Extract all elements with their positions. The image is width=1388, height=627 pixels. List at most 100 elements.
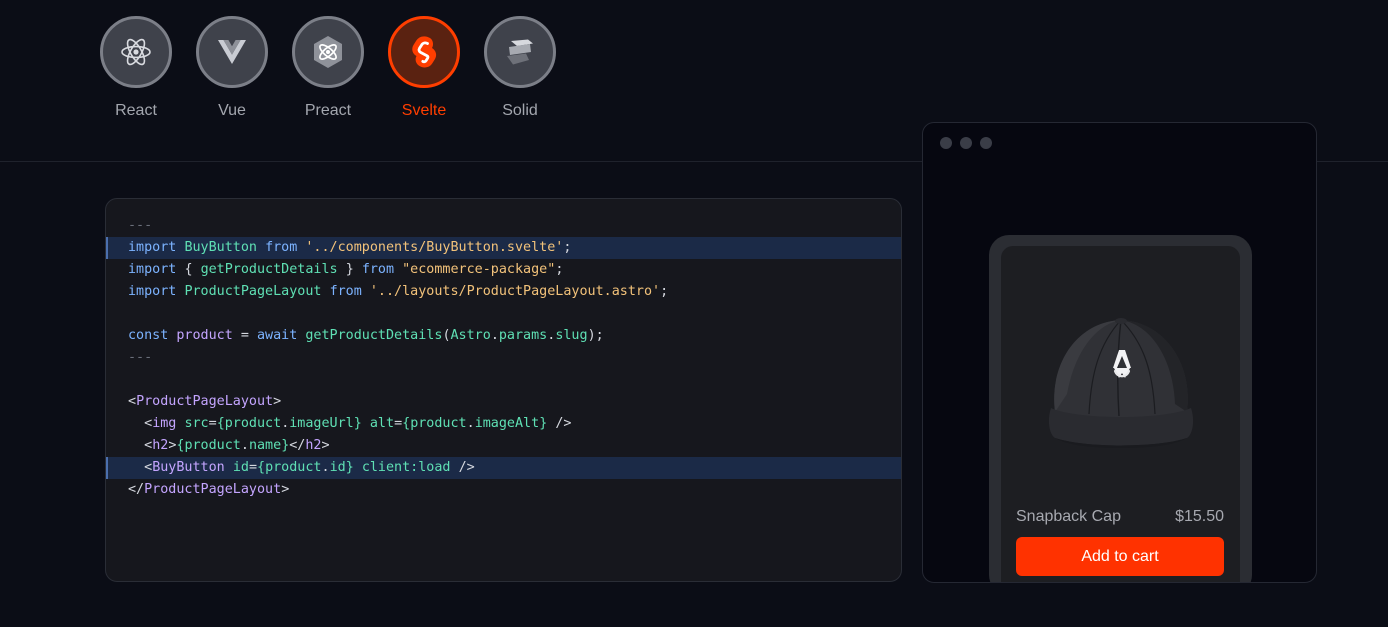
code-line: <h2>{product.name}</h2> bbox=[106, 435, 901, 457]
code-token: { bbox=[216, 416, 225, 431]
code-token: alt bbox=[369, 416, 395, 431]
code-token: } bbox=[353, 416, 370, 431]
framework-selector: React Vue Preact Svelte Solid bbox=[100, 16, 556, 120]
code-line: --- bbox=[106, 347, 901, 369]
cap-icon bbox=[1048, 318, 1194, 448]
framework-vue[interactable]: Vue bbox=[196, 16, 268, 120]
code-token: import bbox=[128, 240, 185, 255]
code-token: { bbox=[257, 460, 266, 475]
code-token: ProductPageLayout bbox=[136, 394, 274, 409]
preact-icon bbox=[292, 16, 364, 88]
code-token: --- bbox=[128, 218, 153, 233]
add-to-cart-button[interactable]: Add to cart bbox=[1016, 537, 1224, 576]
code-token: Astro bbox=[450, 328, 491, 343]
product-name: Snapback Cap bbox=[1016, 508, 1121, 525]
code-token: ; bbox=[563, 240, 572, 255]
code-line: <ProductPageLayout> bbox=[106, 391, 901, 413]
code-token: </ bbox=[128, 482, 145, 497]
code-token: ; bbox=[660, 284, 669, 299]
code-token: import bbox=[128, 262, 185, 277]
code-editor: --- import BuyButton from '../components/… bbox=[105, 198, 902, 582]
code-token: BuyButton bbox=[152, 460, 233, 475]
framework-label: Solid bbox=[502, 102, 538, 119]
code-token: < bbox=[128, 460, 153, 475]
svelte-icon bbox=[388, 16, 460, 88]
browser-toolbar bbox=[923, 123, 1316, 163]
code-token: = bbox=[240, 328, 257, 343]
code-token: = bbox=[208, 416, 217, 431]
code-token: h2 bbox=[152, 438, 169, 453]
page: React Vue Preact Svelte Solid --- import… bbox=[0, 0, 1388, 627]
framework-label: Svelte bbox=[401, 102, 447, 119]
code-token: = bbox=[394, 416, 403, 431]
code-token: "ecommerce-package" bbox=[402, 262, 556, 277]
code-token: '../layouts/ProductPageLayout.astro' bbox=[369, 284, 661, 299]
code-token: . bbox=[240, 438, 249, 453]
code-token: product bbox=[176, 328, 241, 343]
framework-solid[interactable]: Solid bbox=[484, 16, 556, 120]
window-dot-icon bbox=[980, 137, 992, 149]
phone-frame: Snapback Cap $15.50 Add to cart bbox=[989, 235, 1252, 582]
vue-icon bbox=[196, 16, 268, 88]
code-token: getProductDetails bbox=[200, 262, 346, 277]
code-token: '../components/BuyButton.svelte' bbox=[305, 240, 564, 255]
code-token: src bbox=[184, 416, 209, 431]
code-token: ; bbox=[555, 262, 564, 277]
code-token: client:load bbox=[361, 460, 459, 475]
code-line: <BuyButton id={product.id} client:load /… bbox=[106, 457, 901, 479]
code-line: const product = await getProductDetails(… bbox=[106, 325, 901, 347]
code-token: { bbox=[402, 416, 411, 431]
code-line: import { getProductDetails } from "ecomm… bbox=[106, 259, 901, 281]
code-token: product bbox=[410, 416, 467, 431]
product-card: Snapback Cap $15.50 Add to cart bbox=[1001, 246, 1240, 582]
code-token: . bbox=[490, 328, 499, 343]
code-token: > bbox=[273, 394, 282, 409]
product-info: Snapback Cap $15.50 bbox=[1016, 508, 1224, 526]
code-token: /> bbox=[555, 416, 572, 431]
code-token: ( bbox=[442, 328, 451, 343]
code-token: params bbox=[498, 328, 548, 343]
code-token: ProductPageLayout bbox=[184, 284, 330, 299]
code-token: < bbox=[128, 438, 153, 453]
code-token: --- bbox=[128, 350, 153, 365]
code-token: ); bbox=[587, 328, 604, 343]
window-dot-icon bbox=[960, 137, 972, 149]
code-token: < bbox=[128, 416, 153, 431]
code-token: imageAlt bbox=[474, 416, 540, 431]
react-icon bbox=[100, 16, 172, 88]
browser-preview: Snapback Cap $15.50 Add to cart bbox=[922, 122, 1317, 583]
code-token: . bbox=[466, 416, 475, 431]
framework-label: Preact bbox=[304, 102, 352, 119]
framework-svelte[interactable]: Svelte bbox=[388, 16, 460, 120]
code-token: h2 bbox=[305, 438, 322, 453]
code-line: --- bbox=[106, 215, 901, 237]
code-line: import ProductPageLayout from '../layout… bbox=[106, 281, 901, 303]
window-dot-icon bbox=[940, 137, 952, 149]
solid-icon bbox=[484, 16, 556, 88]
code-token: { bbox=[184, 262, 201, 277]
framework-preact[interactable]: Preact bbox=[292, 16, 364, 120]
code-token: product bbox=[224, 416, 282, 431]
code-token: from bbox=[361, 262, 403, 277]
code-token: getProductDetails bbox=[305, 328, 443, 343]
code-token: < bbox=[128, 394, 137, 409]
code-token: </ bbox=[289, 438, 306, 453]
code-token: product bbox=[265, 460, 322, 475]
framework-label: React bbox=[115, 102, 157, 119]
code-token: imageUrl bbox=[289, 416, 354, 431]
framework-react[interactable]: React bbox=[100, 16, 172, 120]
code-line: import BuyButton from '../components/Buy… bbox=[106, 237, 901, 259]
code-token: . bbox=[321, 460, 330, 475]
code-token: BuyButton bbox=[184, 240, 266, 255]
code-line: </ProductPageLayout> bbox=[106, 479, 901, 501]
code-token: id bbox=[232, 460, 249, 475]
code-token: img bbox=[152, 416, 185, 431]
framework-label: Vue bbox=[218, 102, 246, 119]
code-token: from bbox=[265, 240, 306, 255]
code-token: } bbox=[345, 460, 362, 475]
code-token: ProductPageLayout bbox=[144, 482, 282, 497]
code-token: } bbox=[345, 262, 362, 277]
code-token: import bbox=[128, 284, 185, 299]
